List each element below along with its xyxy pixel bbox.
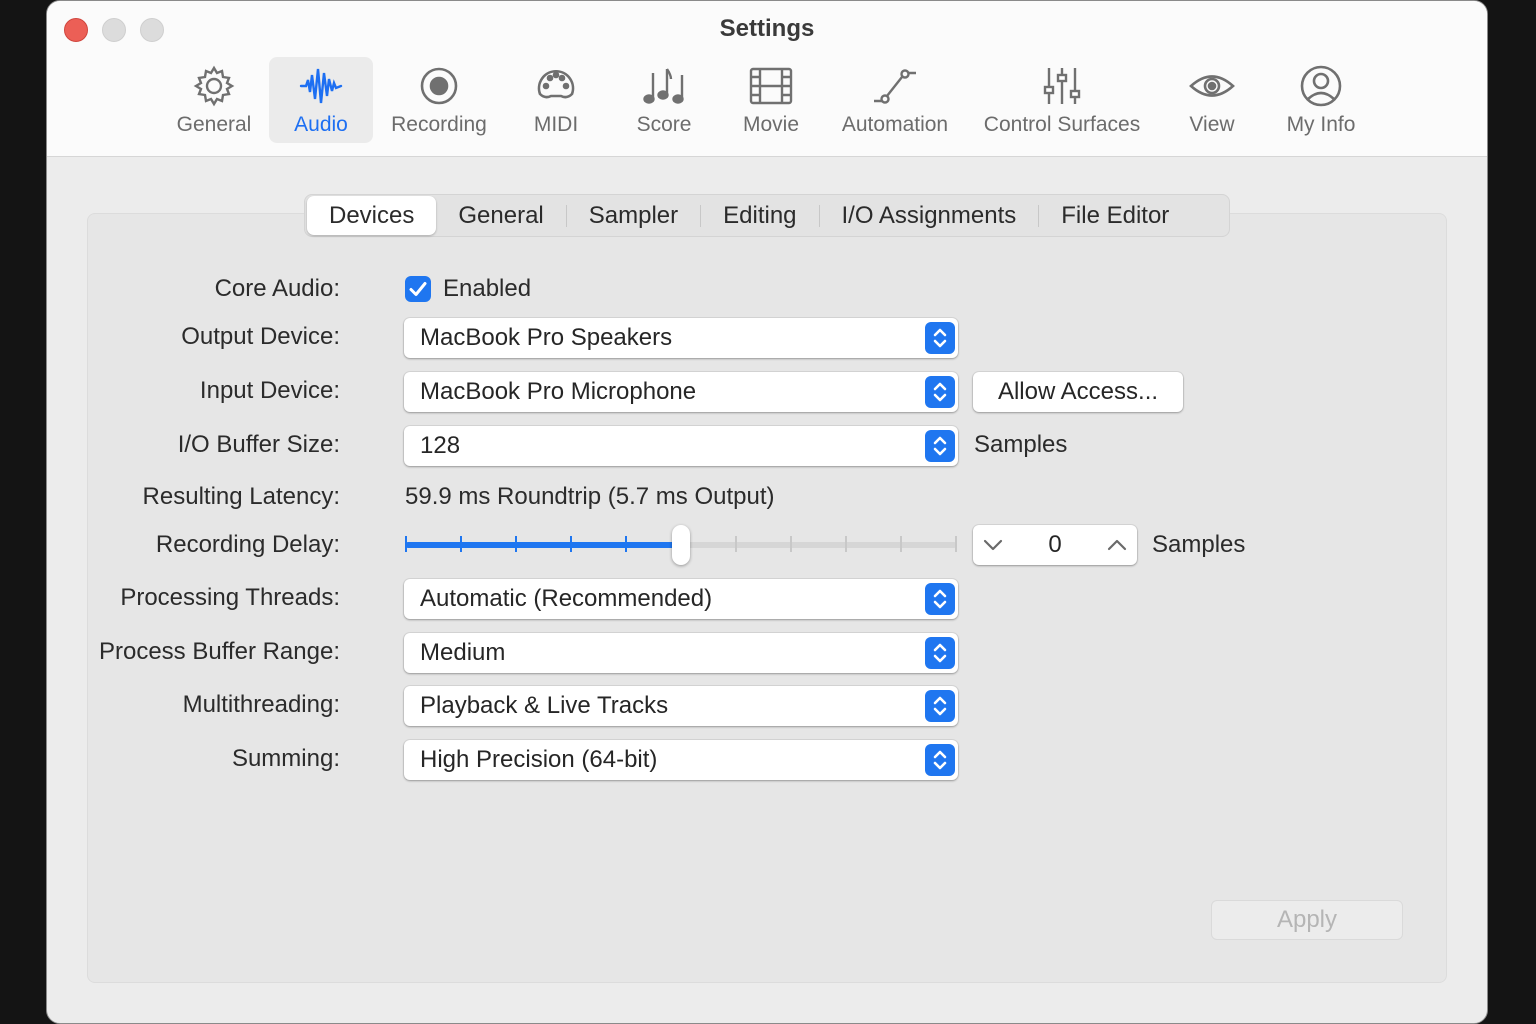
toolbar-item-automation[interactable]: Automation bbox=[835, 57, 955, 143]
process-buffer-range-value: Medium bbox=[420, 639, 506, 666]
tab-io-assignments[interactable]: I/O Assignments bbox=[820, 196, 1039, 235]
slider-tick bbox=[460, 536, 462, 552]
toolbar-item-my-info[interactable]: My Info bbox=[1279, 57, 1363, 143]
buffer-size-unit: Samples bbox=[974, 431, 1068, 458]
apply-button[interactable]: Apply bbox=[1211, 900, 1403, 940]
tab-general[interactable]: General bbox=[436, 196, 565, 235]
slider-tick bbox=[735, 536, 737, 552]
updown-chevron-icon bbox=[925, 322, 955, 354]
toolbar-label: General bbox=[176, 113, 252, 136]
tab-sampler[interactable]: Sampler bbox=[567, 196, 700, 235]
summing-popup[interactable]: High Precision (64-bit) bbox=[404, 740, 958, 780]
slider-tick bbox=[515, 536, 517, 552]
multithreading-label: Multithreading: bbox=[182, 691, 340, 718]
processing-threads-popup[interactable]: Automatic (Recommended) bbox=[404, 579, 958, 619]
tab-file-editor[interactable]: File Editor bbox=[1039, 196, 1191, 235]
toolbar-item-control-surfaces[interactable]: Control Surfaces bbox=[975, 57, 1149, 143]
recording-delay-stepper[interactable]: 0 bbox=[973, 525, 1137, 565]
core-audio-label: Core Audio: bbox=[214, 275, 340, 302]
core-audio-checkbox[interactable] bbox=[405, 276, 431, 302]
toolbar-label: Movie bbox=[742, 113, 800, 136]
toolbar-item-midi[interactable]: MIDI bbox=[523, 57, 589, 143]
updown-chevron-icon bbox=[925, 690, 955, 722]
toolbar-label: Automation bbox=[841, 113, 949, 136]
slider-fill bbox=[405, 542, 681, 548]
slider-tick bbox=[790, 536, 792, 552]
toolbar-item-view[interactable]: View bbox=[1183, 57, 1241, 143]
toolbar-label: My Info bbox=[1286, 113, 1356, 136]
toolbar-item-recording[interactable]: Recording bbox=[383, 57, 495, 143]
person-circle-icon bbox=[1300, 65, 1342, 107]
buffer-size-value: 128 bbox=[420, 432, 461, 459]
slider-knob[interactable] bbox=[672, 525, 690, 565]
settings-window: Settings General Audio Recording MIDI Sc… bbox=[46, 0, 1488, 1024]
faders-icon bbox=[1043, 68, 1081, 104]
allow-access-button[interactable]: Allow Access... bbox=[973, 372, 1183, 412]
window-title: Settings bbox=[719, 15, 815, 42]
multithreading-value: Playback & Live Tracks bbox=[420, 692, 669, 719]
multithreading-popup[interactable]: Playback & Live Tracks bbox=[404, 686, 958, 726]
recording-delay-slider[interactable] bbox=[405, 525, 957, 565]
titlebar: Settings General Audio Recording MIDI Sc… bbox=[47, 1, 1487, 157]
updown-chevron-icon bbox=[925, 744, 955, 776]
eye-icon bbox=[1189, 75, 1235, 97]
toolbar-label: MIDI bbox=[533, 113, 579, 136]
tab-bar: Devices General Sampler Editing I/O Assi… bbox=[304, 194, 1230, 237]
checkmark-icon bbox=[409, 282, 427, 296]
toolbar-label: Recording bbox=[391, 113, 487, 136]
slider-tick bbox=[570, 536, 572, 552]
waveform-icon bbox=[299, 68, 343, 104]
tab-devices[interactable]: Devices bbox=[307, 196, 437, 235]
slider-tick bbox=[900, 536, 902, 552]
slider-tick bbox=[955, 536, 957, 552]
slider-tick bbox=[405, 536, 407, 552]
input-device-value: MacBook Pro Microphone bbox=[420, 378, 697, 405]
processing-threads-value: Automatic (Recommended) bbox=[420, 585, 713, 612]
gear-icon bbox=[193, 65, 235, 107]
automation-curve-icon bbox=[874, 69, 916, 104]
toolbar-item-general[interactable]: General bbox=[167, 57, 261, 143]
core-audio-enabled-label[interactable]: Enabled bbox=[443, 275, 531, 303]
toolbar-item-movie[interactable]: Movie bbox=[737, 57, 805, 143]
recording-delay-label: Recording Delay: bbox=[155, 531, 340, 558]
toolbar-label: Control Surfaces bbox=[983, 113, 1141, 136]
input-device-label: Input Device: bbox=[199, 377, 340, 404]
summing-value: High Precision (64-bit) bbox=[420, 746, 658, 773]
toolbar-label: View bbox=[1189, 113, 1235, 136]
summing-label: Summing: bbox=[231, 745, 340, 772]
toolbar-label: Audio bbox=[294, 113, 348, 136]
recording-delay-unit: Samples bbox=[1152, 531, 1246, 558]
record-icon bbox=[420, 67, 458, 105]
chevron-up-icon[interactable] bbox=[1105, 533, 1129, 557]
toolbar-item-score[interactable]: Score bbox=[632, 57, 696, 143]
output-device-label: Output Device: bbox=[181, 323, 340, 350]
updown-chevron-icon bbox=[925, 376, 955, 408]
tab-editing[interactable]: Editing bbox=[701, 196, 818, 235]
midi-connector-icon bbox=[537, 70, 575, 99]
output-device-popup[interactable]: MacBook Pro Speakers bbox=[404, 318, 958, 358]
slider-tick bbox=[845, 536, 847, 552]
processing-threads-label: Processing Threads: bbox=[120, 584, 340, 611]
input-device-popup[interactable]: MacBook Pro Microphone bbox=[404, 372, 958, 412]
output-device-value: MacBook Pro Speakers bbox=[420, 324, 673, 351]
toolbar-item-audio[interactable]: Audio bbox=[269, 57, 373, 143]
buffer-size-label: I/O Buffer Size: bbox=[177, 431, 340, 458]
toolbar-label: Score bbox=[636, 113, 692, 136]
slider-tick bbox=[625, 536, 627, 552]
updown-chevron-icon bbox=[925, 430, 955, 462]
latency-label: Resulting Latency: bbox=[142, 483, 340, 510]
buffer-size-popup[interactable]: 128 bbox=[404, 426, 958, 466]
process-buffer-range-popup[interactable]: Medium bbox=[404, 633, 958, 673]
music-notes-icon bbox=[643, 68, 684, 104]
film-icon bbox=[749, 67, 793, 105]
updown-chevron-icon bbox=[925, 583, 955, 615]
process-buffer-range-label: Process Buffer Range: bbox=[98, 638, 340, 665]
updown-chevron-icon bbox=[925, 637, 955, 669]
latency-value: 59.9 ms Roundtrip (5.7 ms Output) bbox=[405, 483, 775, 510]
